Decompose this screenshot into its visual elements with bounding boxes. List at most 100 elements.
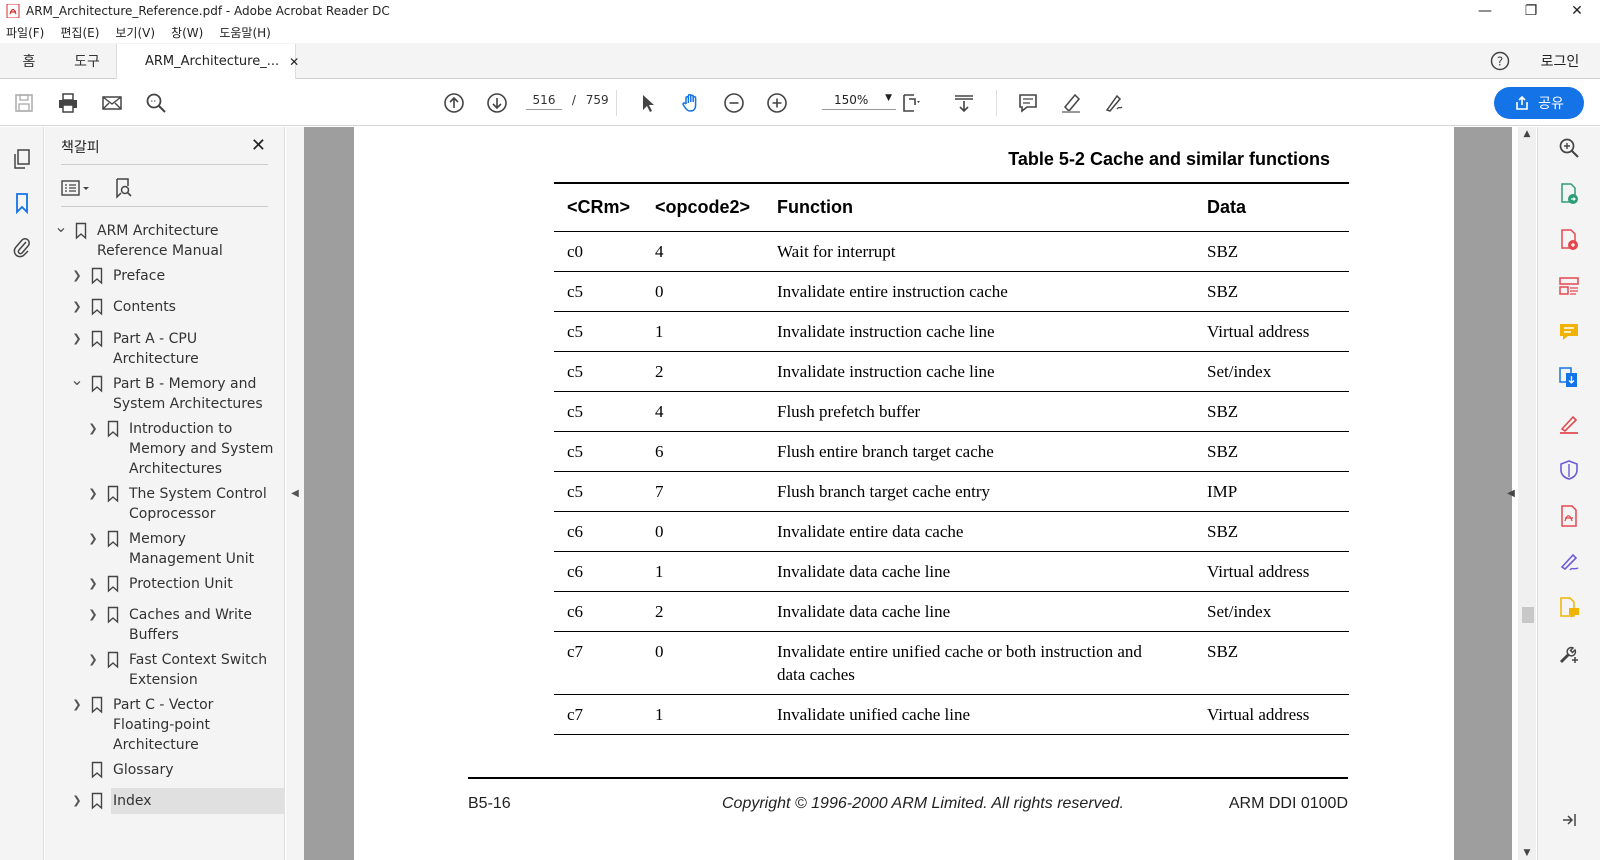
save-button[interactable] xyxy=(10,89,38,117)
table-row: c7 0 Invalidate entire unified cache or bo… xyxy=(554,631,1349,695)
menu-edit[interactable]: 편집(E) xyxy=(60,24,99,41)
chevron-right-icon[interactable]: ❯ xyxy=(87,419,99,439)
bookmark-item[interactable]: ⌄ Part B - Memory and System Architectures xyxy=(45,370,275,414)
bookmark-item[interactable]: Glossary xyxy=(45,760,275,780)
chevron-down-icon[interactable]: ⌄ xyxy=(70,370,83,390)
page-thumbnails-button[interactable] xyxy=(10,147,34,171)
bookmark-item[interactable]: ❯ Part C - Vector Floating-point Architectu… xyxy=(45,695,275,755)
tab-document[interactable]: ARM_Architecture_... ✕ xyxy=(116,44,299,79)
close-panel-icon[interactable]: ✕ xyxy=(251,135,266,156)
bookmark-item[interactable]: ⌄ ARM Architecture Reference Manual xyxy=(45,217,275,261)
bookmark-label: Memory Management Unit xyxy=(129,529,254,569)
previous-page-button[interactable] xyxy=(440,89,468,117)
highlight-button[interactable] xyxy=(1057,89,1085,117)
table-body: c0 4 Wait for interrupt SBZ c5 0 Invalidate en… xyxy=(554,231,1349,735)
bookmark-options-menu-icon[interactable] xyxy=(61,179,91,197)
bookmark-label: Introduction to Memory and System Architec… xyxy=(129,419,273,479)
search-tools-button[interactable] xyxy=(1556,135,1582,161)
search-button[interactable] xyxy=(142,89,170,117)
comment-button[interactable] xyxy=(1014,89,1042,117)
comment-tool[interactable] xyxy=(1556,319,1582,345)
scroll-up-arrow-icon[interactable]: ▲ xyxy=(1518,127,1536,141)
cell-crm: c6 xyxy=(554,511,642,552)
minimize-button[interactable]: — xyxy=(1462,0,1508,22)
collapse-left-panel-handle[interactable]: ◀ xyxy=(286,127,304,860)
tab-tools[interactable]: 도구 xyxy=(58,43,116,78)
hand-tool-button[interactable] xyxy=(677,89,705,117)
collapse-tools-panel-button[interactable] xyxy=(1556,807,1582,833)
find-bookmark-icon[interactable] xyxy=(113,177,135,199)
chevron-right-icon[interactable]: ❯ xyxy=(87,605,99,625)
more-tools-button[interactable] xyxy=(1556,641,1582,667)
chevron-right-icon[interactable]: ❯ xyxy=(71,791,83,811)
bookmarks-panel-button[interactable] xyxy=(10,191,34,215)
cell-opcode2: 1 xyxy=(642,694,764,735)
bookmark-item[interactable]: ❯ Introduction to Memory and System Archite… xyxy=(45,419,275,479)
chevron-right-icon[interactable]: ❯ xyxy=(87,650,99,670)
email-button[interactable] xyxy=(98,89,126,117)
chevron-right-icon[interactable]: ❯ xyxy=(71,297,83,317)
chevron-right-icon[interactable]: ❯ xyxy=(71,329,83,349)
bookmark-item[interactable]: ❯ Index xyxy=(45,788,285,814)
edit-pdf-tool[interactable] xyxy=(1556,273,1582,299)
bookmark-label-line: Architecture xyxy=(113,737,199,753)
scroll-mode-button[interactable] xyxy=(950,89,978,117)
bookmark-label-line: Part C - Vector xyxy=(113,697,214,713)
bookmark-label-line: Memory xyxy=(129,531,186,547)
zoom-in-button[interactable] xyxy=(763,89,791,117)
tab-home[interactable]: 홈 xyxy=(0,43,58,78)
export-pdf-tool[interactable] xyxy=(1556,181,1582,207)
login-button[interactable]: 로그인 xyxy=(1520,43,1600,78)
menu-file[interactable]: 파일(F) xyxy=(6,24,44,41)
send-for-review-tool[interactable] xyxy=(1556,595,1582,621)
scroll-down-arrow-icon[interactable]: ▼ xyxy=(1518,846,1536,860)
zoom-level-select[interactable]: 150% ▼ xyxy=(822,93,896,110)
cache-functions-table: <CRm> <opcode2> Function Data c0 4 Wait fo… xyxy=(554,182,1349,735)
bookmark-item[interactable]: ❯ Contents xyxy=(45,297,275,317)
cell-crm: c6 xyxy=(554,551,642,592)
share-button[interactable]: 공유 xyxy=(1494,87,1584,119)
bookmark-item[interactable]: ❯ Memory Management Unit xyxy=(45,529,275,569)
cell-crm: c6 xyxy=(554,591,642,632)
next-page-button[interactable] xyxy=(483,89,511,117)
bookmark-item[interactable]: ❯ Part A - CPU Architecture xyxy=(45,329,275,369)
select-tool-button[interactable] xyxy=(634,89,662,117)
request-signature-tool[interactable] xyxy=(1556,549,1582,575)
chevron-right-icon[interactable]: ❯ xyxy=(87,574,99,594)
chevron-right-icon[interactable]: ❯ xyxy=(71,266,83,286)
bookmark-item[interactable]: ❯ Preface xyxy=(45,266,275,286)
close-window-button[interactable]: ✕ xyxy=(1554,0,1600,22)
zoom-out-button[interactable] xyxy=(720,89,748,117)
attachments-button[interactable] xyxy=(10,235,34,259)
table-row: c6 0 Invalidate entire data cache SBZ xyxy=(554,511,1349,552)
vertical-scrollbar[interactable]: ▲ ▼ xyxy=(1518,127,1536,860)
chevron-right-icon[interactable]: ❯ xyxy=(87,529,99,549)
page-number-input[interactable]: 516 xyxy=(526,93,562,110)
close-tab-icon[interactable]: ✕ xyxy=(289,55,299,69)
protect-tool[interactable] xyxy=(1556,457,1582,483)
fill-sign-tool[interactable] xyxy=(1556,411,1582,437)
bookmark-item[interactable]: ❯ Fast Context Switch Extension xyxy=(45,650,275,690)
help-button[interactable]: ? xyxy=(1480,43,1520,78)
fit-page-button[interactable] xyxy=(898,89,926,117)
expand-right-panel-handle[interactable]: ◀ xyxy=(1504,127,1518,860)
chevron-right-icon[interactable]: ❯ xyxy=(71,695,83,715)
scrollbar-thumb[interactable] xyxy=(1522,607,1534,623)
restore-button[interactable]: ❐ xyxy=(1508,0,1554,22)
pdf-tool[interactable] xyxy=(1556,503,1582,529)
menu-view[interactable]: 보기(V) xyxy=(115,24,155,41)
print-button[interactable] xyxy=(54,89,82,117)
menu-help[interactable]: 도움말(H) xyxy=(219,24,271,41)
bookmark-item[interactable]: ❯ Protection Unit xyxy=(45,574,275,594)
menu-window[interactable]: 창(W) xyxy=(171,24,203,41)
page-footer-copyright: Copyright © 1996-2000 ARM Limited. All r… xyxy=(722,795,1124,812)
sign-button[interactable] xyxy=(1100,89,1128,117)
cell-function: Invalidate entire instruction cache xyxy=(764,271,1194,312)
bookmark-item[interactable]: ❯ Caches and Write Buffers xyxy=(45,605,275,645)
bookmark-item[interactable]: ❯ The System Control Coprocessor xyxy=(45,484,275,524)
create-pdf-tool[interactable] xyxy=(1556,227,1582,253)
chevron-right-icon[interactable]: ❯ xyxy=(87,484,99,504)
combine-files-tool[interactable] xyxy=(1556,365,1582,391)
cell-crm: c5 xyxy=(554,471,642,512)
chevron-down-icon[interactable]: ⌄ xyxy=(54,217,67,237)
